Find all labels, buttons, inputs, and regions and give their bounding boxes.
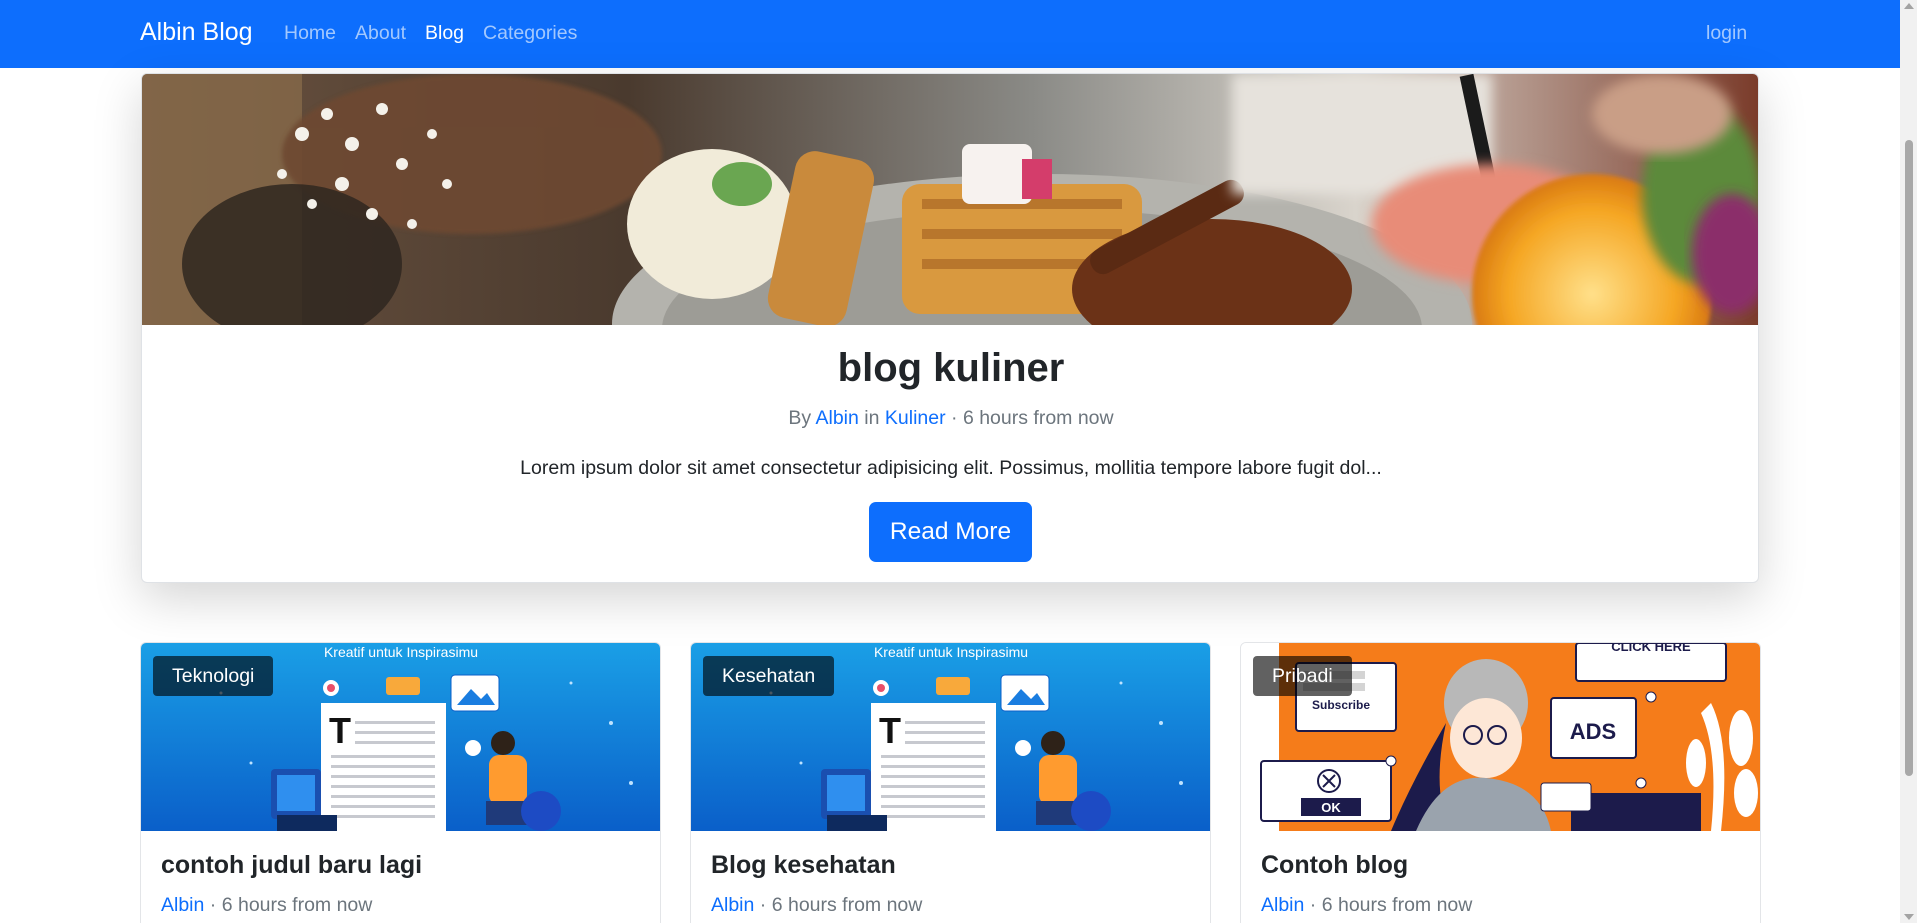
nav-link-categories[interactable]: Categories <box>483 22 577 45</box>
meta-in-label: in <box>864 407 880 429</box>
featured-post-title[interactable]: blog kuliner <box>142 346 1758 391</box>
post-card[interactable]: CLICK HERE Subscribe ADS OK Pribadi Cont… <box>1240 642 1761 923</box>
post-time: · 6 hours from now <box>759 894 923 916</box>
post-title[interactable]: contoh judul baru lagi <box>161 851 422 880</box>
login-link[interactable]: login <box>1706 22 1747 45</box>
featured-post-meta: By Albin in Kuliner · 6 hours from now <box>142 407 1758 430</box>
post-meta: Albin · 6 hours from now <box>161 894 372 917</box>
category-link[interactable]: Kuliner <box>885 407 946 429</box>
post-title[interactable]: Blog kesehatan <box>711 851 896 880</box>
meta-by-label: By <box>788 407 812 429</box>
featured-post-card: blog kuliner By Albin in Kuliner · 6 hou… <box>141 73 1759 583</box>
svg-text:T: T <box>879 710 901 751</box>
post-card[interactable]: Kreatif untuk Inspirasimu T Kesehatan Bl… <box>690 642 1211 923</box>
navbar: Albin Blog Home About Blog Categories lo… <box>0 0 1900 68</box>
post-meta: Albin · 6 hours from now <box>1261 894 1472 917</box>
nav-link-about[interactable]: About <box>355 22 406 45</box>
image-caption: Kreatif untuk Inspirasimu <box>324 644 478 660</box>
post-time: · 6 hours from now <box>1309 894 1473 916</box>
author-link[interactable]: Albin <box>816 407 859 429</box>
scroll-up-arrow-icon[interactable] <box>1904 3 1914 9</box>
author-link[interactable]: Albin <box>1261 894 1304 916</box>
svg-text:T: T <box>329 710 351 751</box>
subscribe-text: Subscribe <box>1312 698 1370 712</box>
image-caption: Kreatif untuk Inspirasimu <box>874 644 1028 660</box>
ok-text: OK <box>1321 800 1341 815</box>
post-meta: Albin · 6 hours from now <box>711 894 922 917</box>
category-badge[interactable]: Kesehatan <box>703 656 835 696</box>
featured-post-excerpt: Lorem ipsum dolor sit amet consectetur a… <box>520 457 1382 479</box>
brand-link[interactable]: Albin Blog <box>140 18 253 47</box>
post-time: · 6 hours from now <box>209 894 373 916</box>
post-time: · 6 hours from now <box>951 407 1114 429</box>
nav-links: Home About Blog Categories <box>284 22 596 45</box>
read-more-button[interactable]: Read More <box>869 502 1032 562</box>
nav-link-home[interactable]: Home <box>284 22 336 45</box>
author-link[interactable]: Albin <box>711 894 754 916</box>
scroll-down-arrow-icon[interactable] <box>1904 914 1914 920</box>
page-scrollbar[interactable] <box>1900 0 1917 923</box>
author-link[interactable]: Albin <box>161 894 204 916</box>
category-badge[interactable]: Teknologi <box>153 656 274 696</box>
post-card[interactable]: Kreatif untuk Inspirasimu T Teknologi co… <box>140 642 661 923</box>
ads-text: ADS <box>1570 719 1616 744</box>
click-here-text: CLICK HERE <box>1611 643 1691 654</box>
featured-post-image <box>142 74 1758 325</box>
post-title[interactable]: Contoh blog <box>1261 851 1408 880</box>
nav-link-blog[interactable]: Blog <box>425 22 464 45</box>
category-badge[interactable]: Pribadi <box>1253 656 1352 696</box>
scroll-thumb[interactable] <box>1905 140 1913 776</box>
